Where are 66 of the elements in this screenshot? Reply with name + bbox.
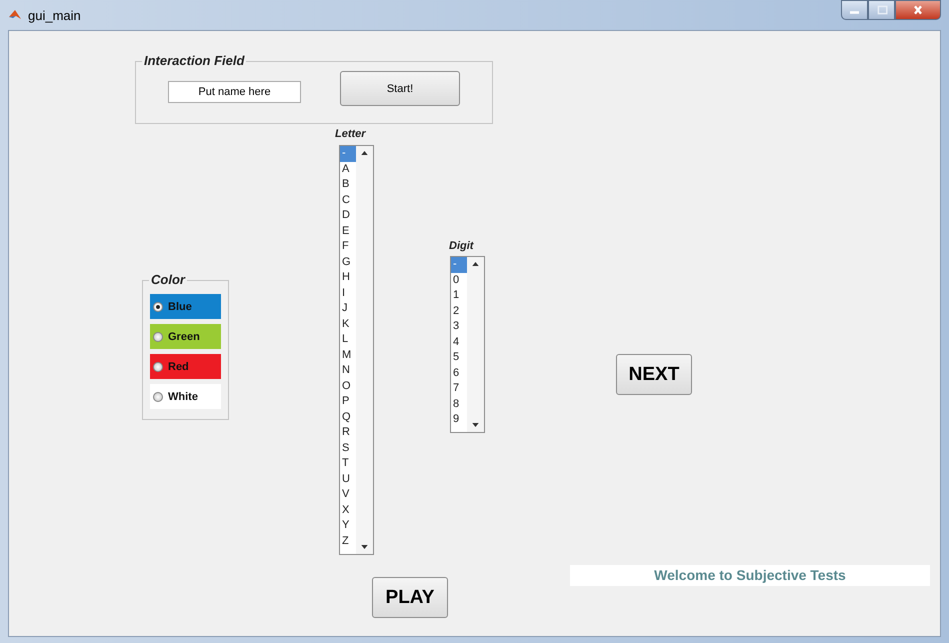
list-item[interactable]: Z <box>340 534 356 549</box>
digit-listbox[interactable]: - 0 1 2 3 4 5 6 7 8 9 <box>450 256 485 433</box>
name-field[interactable]: Put name here <box>168 81 301 103</box>
scroll-down-icon[interactable] <box>361 545 368 549</box>
list-item[interactable]: D <box>340 208 356 224</box>
list-item[interactable]: 4 <box>451 334 467 350</box>
letter-listbox[interactable]: - A B C D E F G H I J K L M N O P Q R S T U V X Y Z <box>339 145 374 555</box>
list-item[interactable]: E <box>340 224 356 239</box>
maximize-button[interactable] <box>868 0 895 20</box>
list-item[interactable]: 3 <box>451 319 467 334</box>
list-item[interactable]: 7 <box>451 381 467 396</box>
radio-option[interactable]: White <box>150 384 221 409</box>
start-button[interactable]: Start! <box>340 71 460 106</box>
close-button[interactable] <box>895 0 941 20</box>
next-button[interactable]: NEXT <box>616 354 692 395</box>
play-button[interactable]: PLAY <box>372 577 448 618</box>
list-item[interactable]: - <box>340 146 356 162</box>
list-label: Letter <box>335 128 366 140</box>
list-item[interactable]: J <box>340 301 356 316</box>
close-icon <box>912 4 924 16</box>
list-item[interactable]: P <box>340 394 356 410</box>
minimize-button[interactable] <box>841 0 868 20</box>
window-title: gui_main <box>28 8 81 22</box>
list-item[interactable]: B <box>340 177 356 192</box>
radio-button[interactable] <box>153 392 163 402</box>
list-item[interactable]: H <box>340 270 356 286</box>
list-item[interactable]: 8 <box>451 396 467 412</box>
list-item[interactable]: Y <box>340 518 356 534</box>
list-item[interactable]: F <box>340 239 356 254</box>
list-item[interactable]: S <box>340 440 356 456</box>
list-item[interactable]: N <box>340 363 356 378</box>
list-label: Digit <box>449 240 474 252</box>
status-text: Welcome to Subjective Tests <box>570 565 930 586</box>
scroll-down-icon[interactable] <box>472 423 479 427</box>
list-item[interactable]: Q <box>340 410 356 425</box>
list-item[interactable]: K <box>340 316 356 332</box>
list-item[interactable]: M <box>340 348 356 363</box>
list-item[interactable]: 1 <box>451 288 467 304</box>
list-item[interactable]: I <box>340 286 356 301</box>
list-item[interactable]: G <box>340 254 356 270</box>
list-item[interactable]: 9 <box>451 412 467 428</box>
list-item[interactable]: 5 <box>451 350 467 366</box>
scroll-up-icon[interactable] <box>472 262 479 266</box>
radio-option[interactable]: Blue <box>150 294 221 319</box>
list-item[interactable]: T <box>340 456 356 472</box>
list-item[interactable]: A <box>340 162 356 177</box>
list-item[interactable]: 6 <box>451 366 467 381</box>
radio-option[interactable]: Red <box>150 354 221 379</box>
list-item[interactable]: L <box>340 332 356 348</box>
list-item[interactable]: - <box>451 257 467 272</box>
minimize-icon <box>850 11 859 14</box>
list-item[interactable]: C <box>340 192 356 208</box>
list-item[interactable]: 0 <box>451 272 467 288</box>
list-item[interactable]: X <box>340 502 356 518</box>
list-item[interactable]: R <box>340 425 356 440</box>
radio-button[interactable] <box>153 362 163 372</box>
app-icon <box>8 8 22 22</box>
list-item[interactable]: O <box>340 378 356 394</box>
radio-option[interactable]: Green <box>150 324 221 349</box>
list-item[interactable]: U <box>340 472 356 487</box>
list-item[interactable]: V <box>340 487 356 502</box>
list-item[interactable]: 2 <box>451 304 467 319</box>
radio-button[interactable] <box>153 302 163 312</box>
radio-button[interactable] <box>153 332 163 342</box>
scroll-up-icon[interactable] <box>361 151 368 155</box>
maximize-icon <box>876 4 888 16</box>
